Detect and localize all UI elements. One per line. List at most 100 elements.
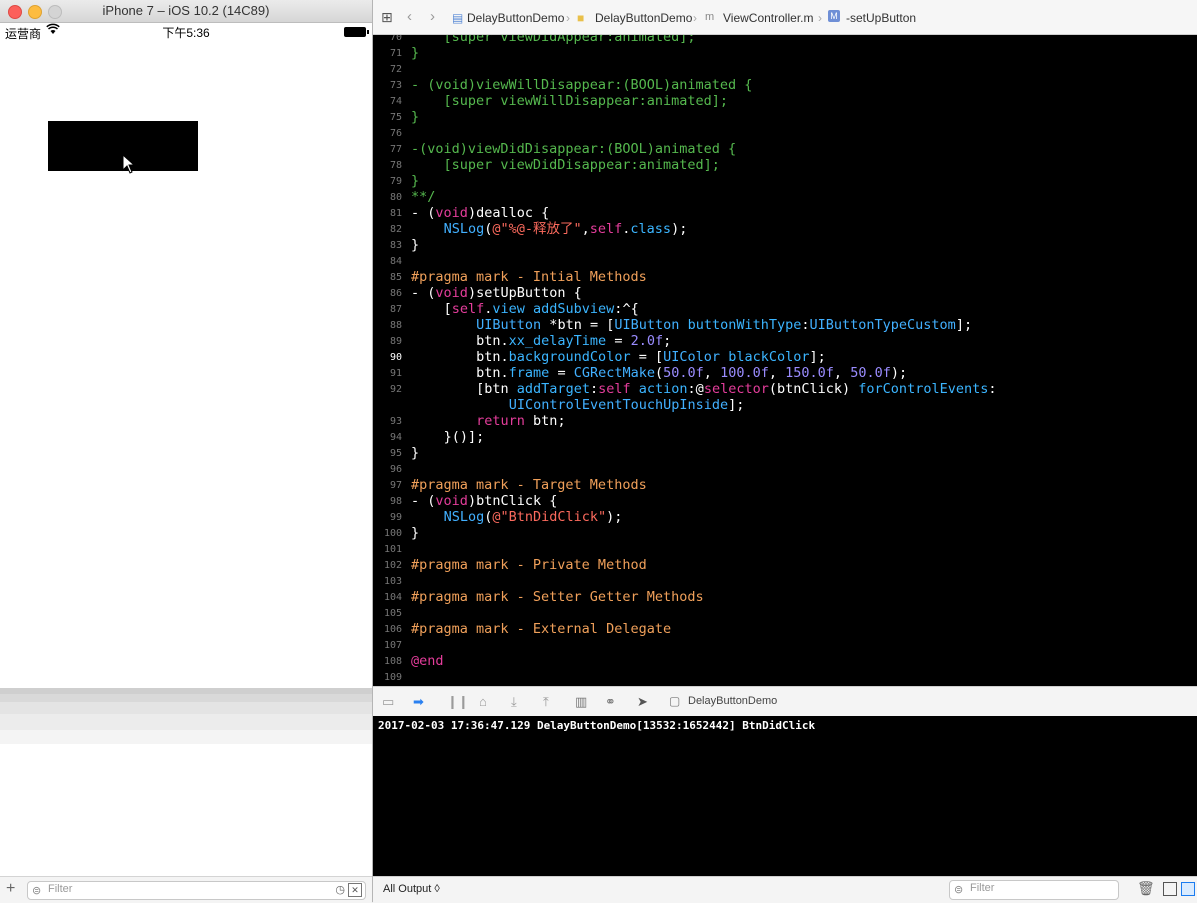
line-number: 103: [383, 576, 402, 587]
code-line: NSLog(@"BtnDidClick");: [443, 509, 623, 525]
filter-placeholder: Filter: [970, 882, 995, 894]
line-number: 109: [383, 672, 402, 683]
folder-icon: ■: [577, 11, 585, 25]
code-line: [super viewDidDisappear:animated];: [411, 157, 720, 173]
filter-placeholder: Filter: [48, 883, 73, 895]
code-line: [super viewDidAppear:animated];: [411, 35, 696, 45]
navigator-filter-bar: + ⊜ Filter ◷ ✕: [0, 876, 372, 903]
pause-icon[interactable]: ❙❙: [447, 694, 469, 710]
code-line: }: [411, 45, 420, 61]
code-line: [self.view addSubview:^{: [443, 301, 639, 317]
related-items-icon[interactable]: ⊞: [381, 9, 393, 26]
method-icon: M: [828, 10, 840, 22]
line-number: 86: [389, 288, 402, 299]
line-number: 78: [389, 160, 402, 171]
simulator-home-area: [0, 688, 372, 902]
code-line: #pragma mark - Private Method: [411, 557, 647, 573]
line-number: 96: [389, 464, 402, 475]
console-log-line: 2017-02-03 17:36:47.129 DelayButtonDemo[…: [378, 719, 816, 732]
line-number: 100: [383, 528, 402, 539]
line-number: 105: [383, 608, 402, 619]
code-line: }: [411, 109, 420, 125]
breakpoints-toggle-icon[interactable]: ➡: [413, 694, 424, 710]
breadcrumb-separator-icon: ›: [693, 11, 697, 25]
step-out-icon[interactable]: ⤒: [543, 694, 549, 710]
code-line: - (void)dealloc {: [411, 205, 550, 221]
code-line: - (void)viewWillDisappear:(BOOL)animated…: [411, 77, 753, 93]
line-number: 87: [389, 304, 402, 315]
output-selector[interactable]: All Output ◊: [383, 883, 440, 895]
line-number: 99: [389, 512, 402, 523]
breadcrumb-file[interactable]: ViewController.m: [723, 11, 813, 25]
line-number: 83: [389, 240, 402, 251]
breadcrumb-separator-icon: ›: [566, 11, 570, 25]
forward-arrow-icon[interactable]: ›: [430, 8, 435, 25]
line-number: 72: [389, 64, 402, 75]
line-number: 80: [389, 192, 402, 203]
code-line: #pragma mark - External Delegate: [411, 621, 672, 637]
console-output[interactable]: 2017-02-03 17:36:47.129 DelayButtonDemo[…: [373, 716, 1197, 876]
code-line: #pragma mark - Target Methods: [411, 477, 647, 493]
line-number: 79: [389, 176, 402, 187]
line-number: 93: [389, 416, 402, 427]
line-number: 92: [389, 384, 402, 395]
line-number: 98: [389, 496, 402, 507]
console-filter-bar: All Output ◊ ⊜ Filter 🗑: [373, 876, 1197, 903]
code-line: }: [411, 525, 420, 541]
code-line: return btn;: [476, 413, 566, 429]
filter-icon: ⊜: [954, 884, 964, 896]
line-number: 85: [389, 272, 402, 283]
variables-view-icon[interactable]: [1163, 882, 1177, 896]
line-number: 89: [389, 336, 402, 347]
line-number: 76: [389, 128, 402, 139]
code-line: }()];: [443, 429, 485, 445]
memory-graph-icon[interactable]: ⚭: [605, 694, 616, 710]
code-line: UIControlEventTouchUpInside];: [508, 397, 745, 413]
scm-filter-icon[interactable]: ✕: [348, 883, 362, 897]
back-arrow-icon[interactable]: ‹: [407, 8, 412, 25]
console-view-icon[interactable]: [1181, 882, 1195, 896]
hide-debug-area-icon[interactable]: ▭: [382, 694, 394, 710]
project-file-icon: ▤: [452, 11, 464, 25]
line-number: 97: [389, 480, 402, 491]
line-number: 101: [383, 544, 402, 555]
code-line: -(void)viewDidDisappear:(BOOL)animated {: [411, 141, 737, 157]
line-number: 73: [389, 80, 402, 91]
simulator-window: iPhone 7 – iOS 10.2 (14C89) 运营商 下午5:36 +…: [0, 0, 372, 903]
console-filter-input[interactable]: ⊜ Filter: [949, 880, 1119, 900]
line-number: 71: [389, 48, 402, 59]
code-line: #pragma mark - Intial Methods: [411, 269, 647, 285]
simulate-location-icon[interactable]: ➤: [637, 694, 648, 710]
simulator-titlebar: iPhone 7 – iOS 10.2 (14C89): [0, 0, 372, 23]
line-number-gutter: 70 71 72 73 74 75 76 77 78 79 80 81 82 83 84 85 86 87 88 89…: [373, 35, 403, 686]
step-over-icon[interactable]: ⌂: [479, 694, 487, 709]
line-number: 90: [389, 352, 402, 363]
code-line: UIButton *btn = [UIButton buttonWithType…: [476, 317, 973, 333]
breadcrumb-folder[interactable]: DelayButtonDemo: [595, 11, 692, 25]
breadcrumb-project[interactable]: DelayButtonDemo: [467, 11, 564, 25]
recent-files-icon[interactable]: ◷: [335, 883, 345, 896]
line-number: 81: [389, 208, 402, 219]
line-number: 94: [389, 432, 402, 443]
line-number: 102: [383, 560, 402, 571]
breadcrumb-method[interactable]: -setUpButton: [846, 11, 916, 25]
view-debugger-icon[interactable]: ▥: [575, 694, 587, 710]
line-number: 75: [389, 112, 402, 123]
code-editor[interactable]: 70 71 72 73 74 75 76 77 78 79 80 81 82 83 84 85 86 87 88 89…: [373, 35, 1197, 686]
line-number: 104: [383, 592, 402, 603]
code-line: **/: [411, 189, 436, 205]
step-into-icon[interactable]: ⤓: [511, 694, 517, 710]
navigator-filter-input[interactable]: ⊜ Filter ◷ ✕: [27, 881, 366, 900]
line-number: 91: [389, 368, 402, 379]
code-line: #pragma mark - Setter Getter Methods: [411, 589, 704, 605]
code-line: }: [411, 173, 420, 189]
code-line: btn.xx_delayTime = 2.0f;: [476, 333, 672, 349]
trash-icon[interactable]: 🗑: [1137, 880, 1155, 897]
code-line: [super viewWillDisappear:animated];: [411, 93, 728, 109]
battery-tip: [367, 30, 369, 34]
target-app-icon: ▢: [669, 694, 681, 708]
add-icon[interactable]: +: [6, 880, 15, 898]
line-number: 107: [383, 640, 402, 651]
jump-bar: ⊞ ‹ › ▤ DelayButtonDemo › ■ DelayButtonD…: [373, 0, 1197, 35]
breadcrumb-separator-icon: ›: [818, 11, 822, 25]
